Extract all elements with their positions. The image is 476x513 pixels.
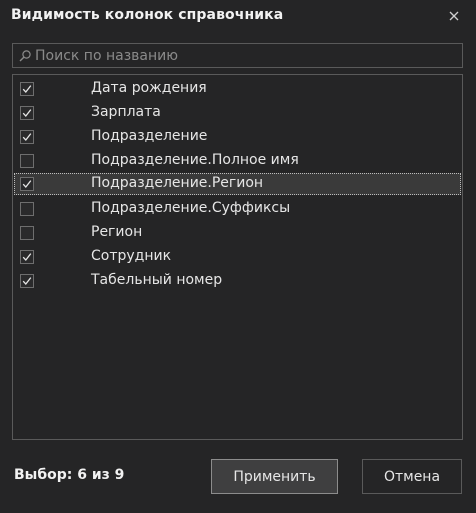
close-button[interactable] [446,8,462,24]
column-label: Подразделение.Полное имя [91,152,299,168]
dialog-title: Видимость колонок справочника [11,7,284,23]
column-label: Подразделение.Суффиксы [91,200,291,216]
column-label: Регион [91,224,143,240]
column-row[interactable]: Табельный номер [14,270,461,292]
column-checkbox[interactable] [20,226,34,240]
selection-count: Выбор: 6 из 9 [14,467,125,483]
apply-button[interactable]: Применить [211,459,338,494]
column-row[interactable]: Дата рождения [14,78,461,100]
column-checkbox[interactable] [20,202,34,216]
column-label: Табельный номер [91,272,223,288]
column-label: Зарплата [91,104,161,120]
column-label: Подразделение.Регион [91,175,264,191]
check-icon [22,109,32,118]
column-row[interactable]: Зарплата [14,102,461,124]
column-label: Сотрудник [91,248,172,264]
column-row[interactable]: Подразделение.Полное имя [14,150,461,172]
column-checkbox[interactable] [20,154,34,168]
column-checkbox[interactable] [20,106,34,120]
check-icon [22,180,32,189]
column-row[interactable]: Регион [14,222,461,244]
close-icon [449,11,459,21]
check-icon [22,277,32,286]
cancel-button[interactable]: Отмена [362,459,462,494]
column-checkbox[interactable] [20,250,34,264]
column-row[interactable]: Подразделение [14,126,461,148]
check-icon [22,85,32,94]
column-checkbox[interactable] [20,274,34,288]
column-visibility-dialog: Видимость колонок справочника Дата рожде… [0,0,476,513]
column-row[interactable]: Сотрудник [14,246,461,268]
check-icon [22,133,32,142]
search-box [12,43,463,68]
check-icon [22,253,32,262]
column-label: Подразделение [91,128,208,144]
search-input[interactable] [35,45,455,66]
column-checkbox[interactable] [20,177,34,191]
column-label: Дата рождения [91,80,207,96]
column-checkbox[interactable] [20,82,34,96]
column-row[interactable]: Подразделение.Регион [14,173,461,195]
column-list[interactable]: Дата рождения Зарплата Подразделение Подраз… [12,74,463,440]
column-checkbox[interactable] [20,130,34,144]
search-icon [19,50,31,62]
column-row[interactable]: Подразделение.Суффиксы [14,198,461,220]
